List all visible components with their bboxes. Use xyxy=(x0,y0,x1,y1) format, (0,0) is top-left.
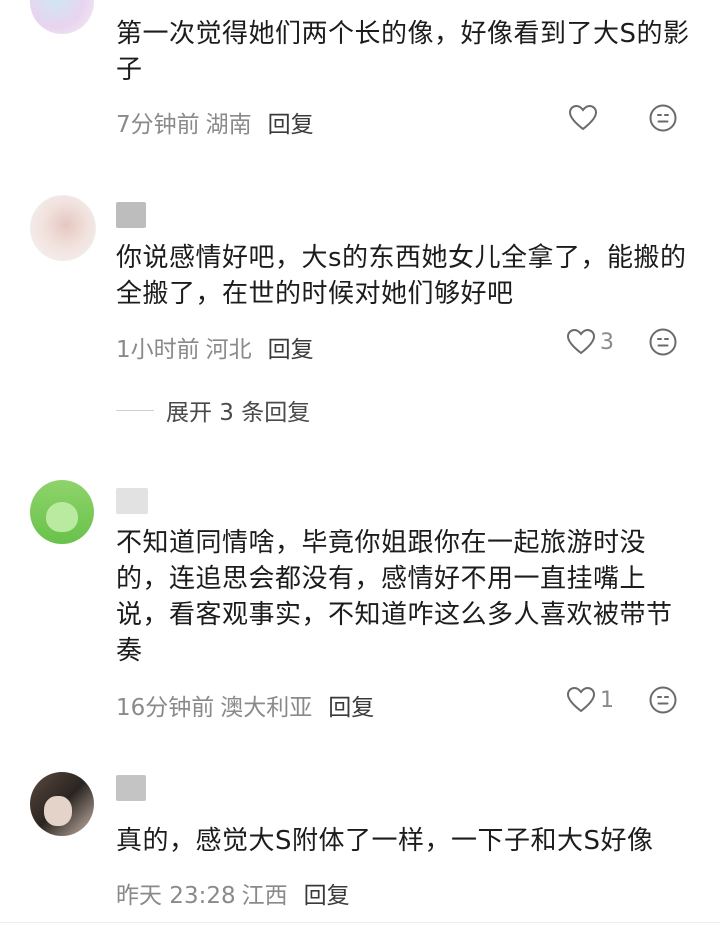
username-blurred xyxy=(116,202,146,228)
username-blurred xyxy=(116,488,148,514)
comment-meta: 1小时前 河北 回复 xyxy=(116,330,314,364)
reply-button[interactable]: 回复 xyxy=(268,112,314,138)
heart-outline-icon xyxy=(568,104,598,131)
reply-button[interactable]: 回复 xyxy=(304,883,350,909)
bottom-divider xyxy=(0,922,720,923)
emoji-face-icon[interactable] xyxy=(648,103,678,133)
comment-time: 16分钟前 xyxy=(116,695,215,721)
avatar[interactable] xyxy=(30,195,96,261)
expand-replies-button[interactable]: 展开 3 条回复 xyxy=(116,393,310,427)
emoji-face-icon[interactable] xyxy=(648,685,678,715)
avatar-figure xyxy=(44,796,72,826)
heart-outline-icon xyxy=(566,328,596,355)
like-button[interactable]: 3 xyxy=(566,326,614,358)
avatar[interactable] xyxy=(30,772,94,836)
comment-meta: 16分钟前 澳大利亚 回复 xyxy=(116,688,374,722)
comment-meta: 昨天 23:28 江西 回复 xyxy=(116,876,350,910)
avatar[interactable] xyxy=(30,480,94,544)
like-button[interactable] xyxy=(568,102,602,134)
avatar[interactable] xyxy=(30,0,94,34)
comment-location: 澳大利亚 xyxy=(220,695,313,721)
expand-replies-label: 展开 3 条回复 xyxy=(166,400,311,426)
reply-button[interactable]: 回复 xyxy=(268,337,314,363)
reply-button[interactable]: 回复 xyxy=(328,695,374,721)
comment-text: 你说感情好吧，大s的东西她女儿全拿了，能搬的全搬了，在世的时候对她们够好吧 xyxy=(116,243,687,309)
like-count: 3 xyxy=(600,329,614,355)
comment-meta: 7分钟前 湖南 回复 xyxy=(116,105,314,139)
comment-time: 1小时前 xyxy=(116,337,200,363)
comment-location: 湖南 xyxy=(205,112,252,138)
emoji-face-icon[interactable] xyxy=(648,327,678,357)
comment-text: 不知道同情啥，毕竟你姐跟你在一起旅游时没的，连追思会都没有，感情好不用一直挂嘴上… xyxy=(116,528,673,666)
comment-time: 昨天 23:28 xyxy=(116,883,236,909)
username-blurred xyxy=(116,775,146,801)
like-count: 1 xyxy=(600,687,614,713)
avatar-figure xyxy=(46,502,78,532)
heart-outline-icon xyxy=(566,686,596,713)
like-button[interactable]: 1 xyxy=(566,684,614,716)
expand-divider xyxy=(116,409,154,411)
comment-location: 江西 xyxy=(241,883,288,909)
comment-time: 7分钟前 xyxy=(116,112,200,138)
comment-text: 第一次觉得她们两个长的像，好像看到了大S的影子 xyxy=(116,19,690,85)
comment-text: 真的，感觉大S附体了一样，一下子和大S好像 xyxy=(116,826,654,856)
comment-location: 河北 xyxy=(205,337,252,363)
